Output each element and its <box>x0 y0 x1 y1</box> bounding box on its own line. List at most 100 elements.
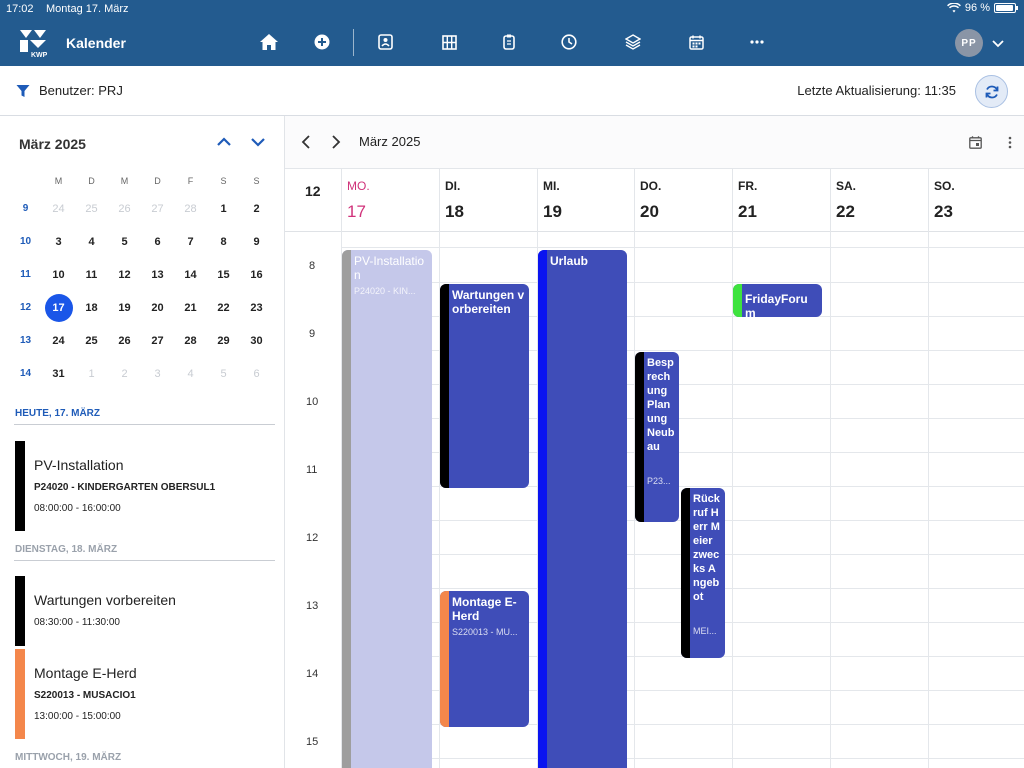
day-divider <box>830 232 831 768</box>
day-header-fri[interactable]: FR. 21 <box>732 169 830 232</box>
calendar-day[interactable]: 1 <box>75 368 108 380</box>
calendar-day[interactable]: 4 <box>174 368 207 380</box>
calendar-day[interactable]: 26 <box>108 335 141 347</box>
calendar-day[interactable]: 9 <box>240 236 273 248</box>
calendar-day[interactable]: 25 <box>75 203 108 215</box>
more-icon[interactable] <box>747 32 767 52</box>
clipboard-icon[interactable] <box>499 32 519 52</box>
calendar-day[interactable]: 10 <box>42 269 75 281</box>
agenda-item[interactable]: PV-Installation P24020 - KINDERGARTEN OB… <box>15 441 277 531</box>
clock-icon[interactable] <box>559 32 579 52</box>
calendar-day[interactable]: 3 <box>42 236 75 248</box>
event-wartungen-vorbereiten[interactable]: Wartungen vorbereiten <box>440 284 529 488</box>
calendar-day[interactable]: 28 <box>174 335 207 347</box>
calendar-day[interactable]: 4 <box>75 236 108 248</box>
calendar-icon[interactable] <box>686 32 706 52</box>
home-icon[interactable] <box>259 32 279 52</box>
event-color-bar <box>733 284 742 317</box>
calendar-day[interactable]: 22 <box>207 302 240 314</box>
calendar-day[interactable]: 28 <box>174 203 207 215</box>
today-button[interactable] <box>966 133 984 151</box>
calendar-day[interactable]: 5 <box>108 236 141 248</box>
event-rueckruf[interactable]: Rückruf Herr Meier zwecks Angebot MEI... <box>681 488 725 658</box>
day-header-wed[interactable]: MI. 19 <box>537 169 634 232</box>
top-bar: 17:02 Montag 17. März 96 % KWP Kalender <box>0 0 1024 66</box>
agenda-divider <box>14 424 275 425</box>
chevron-up-icon[interactable] <box>215 133 233 151</box>
calendar-day[interactable]: 27 <box>141 335 174 347</box>
calendar-day[interactable]: 31 <box>42 368 75 380</box>
calendar-day[interactable]: 20 <box>141 302 174 314</box>
refresh-button[interactable] <box>975 75 1008 108</box>
calendar-day[interactable]: 6 <box>240 368 273 380</box>
time-grid[interactable]: 8 9 10 11 12 13 14 15 PV-Installation P2… <box>285 232 1024 768</box>
contacts-icon[interactable] <box>375 32 395 52</box>
calendar-day[interactable]: 13 <box>141 269 174 281</box>
agenda-item[interactable]: Wartungen vorbereiten 08:30:00 - 11:30:0… <box>15 576 277 646</box>
layers-icon[interactable] <box>623 32 643 52</box>
calendar-day[interactable]: 2 <box>108 368 141 380</box>
event-title: Wartungen vorbereiten <box>452 288 525 316</box>
calendar-day[interactable]: 15 <box>207 269 240 281</box>
calendar-day[interactable]: 1 <box>207 203 240 215</box>
svg-text:KWP: KWP <box>31 52 48 58</box>
week-number: 9 <box>22 203 29 214</box>
nav-separator <box>353 29 354 56</box>
day-header-mon[interactable]: MO. 17 <box>341 169 439 232</box>
user-avatar[interactable]: PP <box>955 29 983 57</box>
agenda-item-time: 08:30:00 - 11:30:00 <box>34 617 120 628</box>
event-besprechung[interactable]: Besprechung Planung Neubau P23... <box>635 352 679 522</box>
calendar-day[interactable]: 24 <box>42 203 75 215</box>
calendar-day[interactable]: 27 <box>141 203 174 215</box>
day-header-tue[interactable]: DI. 18 <box>439 169 537 232</box>
add-icon[interactable] <box>312 32 332 52</box>
day-header-sat[interactable]: SA. 22 <box>830 169 928 232</box>
filter-icon[interactable] <box>16 84 30 98</box>
day-header-thu[interactable]: DO. 20 <box>634 169 732 232</box>
calendar-day[interactable]: 24 <box>42 335 75 347</box>
event-urlaub[interactable]: Urlaub <box>538 250 627 768</box>
calendar-day[interactable]: 11 <box>75 269 108 281</box>
calendar-day[interactable]: 12 <box>108 269 141 281</box>
calendar-week-row: 12 17 18 19 20 21 22 23 <box>9 291 275 324</box>
calendar-day[interactable]: 21 <box>174 302 207 314</box>
kwp-logo: KWP <box>20 30 48 58</box>
calendar-day[interactable]: 5 <box>207 368 240 380</box>
week-options-button[interactable] <box>1001 133 1019 151</box>
event-montage-e-herd[interactable]: Montage E-Herd S220013 - MU... <box>440 591 529 727</box>
calendar-day[interactable]: 14 <box>174 269 207 281</box>
calendar-day[interactable]: 26 <box>108 203 141 215</box>
calendar-day[interactable]: 3 <box>141 368 174 380</box>
agenda-divider <box>14 560 275 561</box>
calendar-day-selected[interactable]: 17 <box>42 293 75 322</box>
day-header-sun[interactable]: SO. 23 <box>928 169 1024 232</box>
calendar-day[interactable]: 29 <box>207 335 240 347</box>
more-vertical-icon <box>1008 136 1012 148</box>
hour-label: 12 <box>306 532 319 544</box>
calendar-day[interactable]: 7 <box>174 236 207 248</box>
grid-icon[interactable] <box>439 32 459 52</box>
next-week-button[interactable] <box>327 133 345 151</box>
event-friday-forum[interactable]: FridayForum <box>733 284 822 317</box>
agenda-item[interactable]: Montage E-Herd S220013 - MUSACIO1 13:00:… <box>15 649 277 739</box>
chevron-down-icon[interactable] <box>249 133 267 151</box>
calendar-day[interactable]: 16 <box>240 269 273 281</box>
calendar-day[interactable]: 19 <box>108 302 141 314</box>
calendar-day[interactable]: 6 <box>141 236 174 248</box>
event-pv-installation[interactable]: PV-Installation P24020 - KIN... <box>342 250 432 768</box>
calendar-day[interactable]: 25 <box>75 335 108 347</box>
filter-bar: Benutzer: PRJ Letzte Aktualisierung: 11:… <box>0 66 1024 116</box>
previous-week-button[interactable] <box>297 133 315 151</box>
mini-calendar-grid: M D M D F S S 9 24 25 26 27 28 1 2 10 3 … <box>9 170 275 390</box>
calendar-day[interactable]: 30 <box>240 335 273 347</box>
day-abbr: MI. <box>543 179 560 193</box>
user-filter-label[interactable]: Benutzer: PRJ <box>39 83 123 98</box>
day-number: 22 <box>836 202 855 221</box>
chevron-down-icon[interactable] <box>991 36 1005 50</box>
calendar-day[interactable]: 18 <box>75 302 108 314</box>
calendar-day[interactable]: 2 <box>240 203 273 215</box>
calendar-week-row: 14 31 1 2 3 4 5 6 <box>9 357 275 390</box>
calendar-day[interactable]: 8 <box>207 236 240 248</box>
event-color-bar <box>538 250 547 768</box>
calendar-day[interactable]: 23 <box>240 302 273 314</box>
